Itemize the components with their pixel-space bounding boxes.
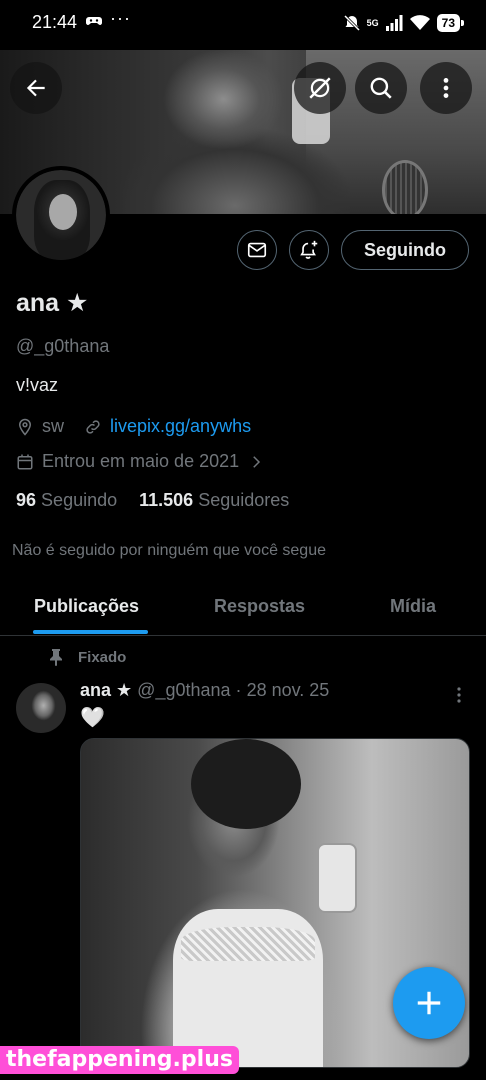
pinned-indicator: Fixado	[48, 648, 126, 666]
post-photo-hair	[191, 739, 301, 829]
following-button[interactable]: Seguindo	[341, 230, 469, 270]
profile-location: sw	[42, 416, 64, 436]
followers-label: Seguidores	[198, 490, 290, 510]
tab-replies[interactable]: Respostas	[214, 596, 305, 617]
more-options-button[interactable]	[420, 62, 472, 114]
calendar-icon	[17, 454, 33, 469]
more-vertical-icon	[443, 78, 449, 98]
profile-avatar[interactable]	[12, 166, 110, 264]
notifications-subscribe-button[interactable]	[289, 230, 329, 270]
profile-meta-location-link: sw livepix.gg/anywhs	[16, 416, 251, 437]
profile-tabs: Publicações Respostas Mídia	[0, 582, 486, 636]
avatar-photo-face	[49, 194, 77, 230]
mutual-followers-note: Não é seguido por ninguém que você segue	[12, 542, 326, 559]
tab-posts[interactable]: Publicações	[34, 596, 139, 617]
search-icon	[370, 77, 392, 99]
signal-icon	[385, 15, 403, 31]
status-indicators: 5G 73	[343, 12, 465, 34]
wifi-icon	[409, 15, 430, 30]
profile-join-date-row[interactable]: Entrou em maio de 2021	[16, 451, 273, 472]
arrow-left-icon	[26, 79, 45, 97]
pinned-label: Fixado	[78, 648, 127, 666]
grok-button[interactable]	[294, 62, 346, 114]
location-pin-icon	[18, 418, 32, 436]
message-button[interactable]	[237, 230, 277, 270]
tab-media[interactable]: Mídia	[390, 596, 436, 617]
back-button[interactable]	[10, 62, 62, 114]
post-more-icon[interactable]	[452, 686, 466, 704]
post-author-avatar[interactable]	[16, 683, 66, 733]
post-author-name[interactable]: ana ★	[80, 680, 132, 700]
envelope-icon	[247, 242, 267, 258]
grok-icon	[309, 77, 331, 99]
post-text: 🤍	[80, 707, 105, 729]
post-photo-lace	[181, 927, 315, 961]
game-controller-icon	[86, 17, 102, 25]
battery-indicator: 73	[436, 14, 465, 32]
followers-stat[interactable]: 11.506 Seguidores	[139, 490, 289, 511]
following-label: Seguindo	[41, 490, 118, 510]
follow-stats: 96 Seguindo 11.506 Seguidores	[16, 490, 289, 511]
profile-join-date: Entrou em maio de 2021	[42, 451, 240, 471]
following-count: 96	[16, 490, 37, 510]
status-more-notifications: ···	[110, 8, 131, 28]
post-header: ana ★ @_g0thana · 28 nov. 25	[80, 680, 329, 701]
post-separator: ·	[235, 680, 242, 700]
link-icon	[86, 419, 100, 434]
silent-bell-icon	[343, 14, 360, 32]
chevron-right-icon	[253, 455, 261, 468]
post-photo-phone	[317, 843, 357, 913]
following-stat[interactable]: 96 Seguindo	[16, 490, 117, 511]
banner-photo-fan	[382, 160, 428, 214]
post-date[interactable]: 28 nov. 25	[247, 680, 330, 700]
profile-handle: @_g0thana	[16, 336, 110, 356]
compose-post-button[interactable]	[393, 967, 465, 1039]
search-button[interactable]	[355, 62, 407, 114]
status-time: 21:44	[32, 12, 78, 32]
pin-icon	[50, 649, 62, 666]
plus-icon	[417, 991, 441, 1015]
network-type: 5G	[366, 18, 379, 28]
profile-website-link[interactable]: livepix.gg/anywhs	[110, 416, 251, 437]
status-bar: 21:44 ··· 5G 73	[0, 0, 486, 50]
post-author-handle[interactable]: @_g0thana	[137, 680, 230, 700]
profile-name: ana ★	[16, 289, 89, 317]
profile-bio: v!vaz	[16, 375, 59, 395]
bell-plus-icon	[300, 240, 318, 259]
watermark: thefappening.plus	[0, 1046, 239, 1074]
followers-count: 11.506	[139, 490, 194, 510]
active-tab-indicator	[33, 630, 148, 634]
